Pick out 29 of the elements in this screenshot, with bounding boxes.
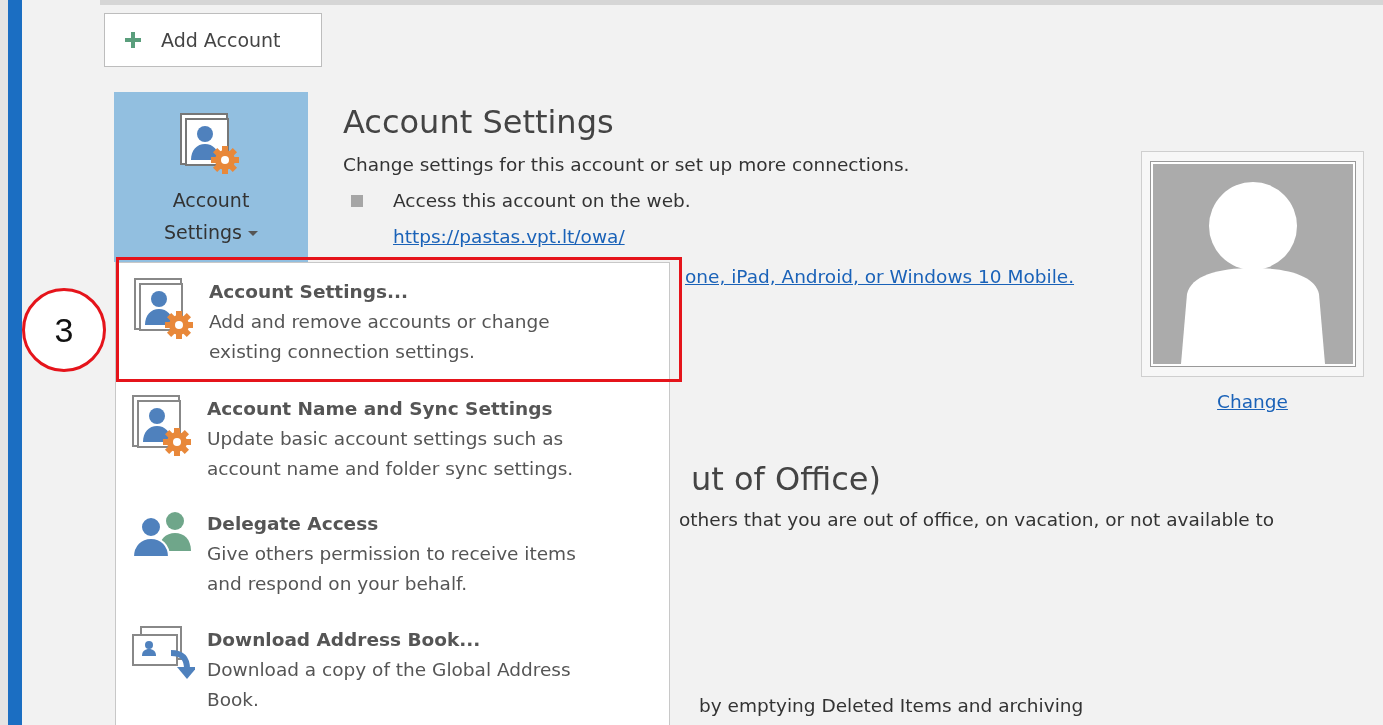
change-photo-link[interactable]: Change [1217, 387, 1288, 417]
section-description: by emptying Deleted Items and archiving [698, 694, 1085, 718]
add-account-button[interactable]: Add Account [104, 13, 322, 67]
caret-icon [248, 231, 258, 236]
menu-item-description: Give others permission to receive items and respond on your behalf. [207, 542, 577, 597]
person-silhouette-icon [1150, 162, 1355, 366]
step-number-marker: 3 [22, 288, 106, 372]
menu-item[interactable]: Account Settings... Add and remove accounts or change existing connection settings. [118, 259, 680, 381]
menu-item-description: Download a copy of the Global Address Book. [207, 657, 572, 712]
web-access-link[interactable]: https://pastas.vpt.lt/owa/ [393, 222, 625, 252]
address-book-download-icon [131, 624, 195, 681]
menu-item-title: Delegate Access [207, 512, 380, 537]
bullet-text: Access this account on the web. [393, 189, 691, 213]
menu-item[interactable]: Download Address Book... Download a copy of the Global Address Book. [116, 610, 669, 725]
menu-item[interactable]: Account Name and Sync Settings Update basic account settings such as account name and folder sync settings. [116, 380, 669, 496]
menu-item-description: Update basic account settings such as account name and folder sync settings. [207, 427, 575, 482]
mobile-setup-link[interactable]: one, iPad, Android, or Windows 10 Mobile. [685, 262, 1075, 292]
bullet-icon [351, 195, 363, 207]
menu-item-title: Account Name and Sync Settings [207, 397, 554, 422]
menu-item-title: Account Settings... [209, 280, 409, 304]
menu-item-description: Add and remove accounts or change existing connection settings. [209, 310, 551, 364]
account-settings-button[interactable]: Account Settings [114, 92, 308, 262]
plus-icon [125, 32, 141, 48]
menu-item-title: Download Address Book... [207, 627, 482, 652]
section-description: Change settings for this account or set up more connections. [343, 153, 910, 177]
section-title: ut of Office) [690, 459, 882, 500]
section-title: Account Settings [343, 102, 614, 143]
section-description: others that you are out of office, on vacation, or not available to [679, 508, 1276, 532]
menu-item[interactable]: Delegate Access Give others permission to receive items and respond on your behalf. [116, 495, 669, 611]
